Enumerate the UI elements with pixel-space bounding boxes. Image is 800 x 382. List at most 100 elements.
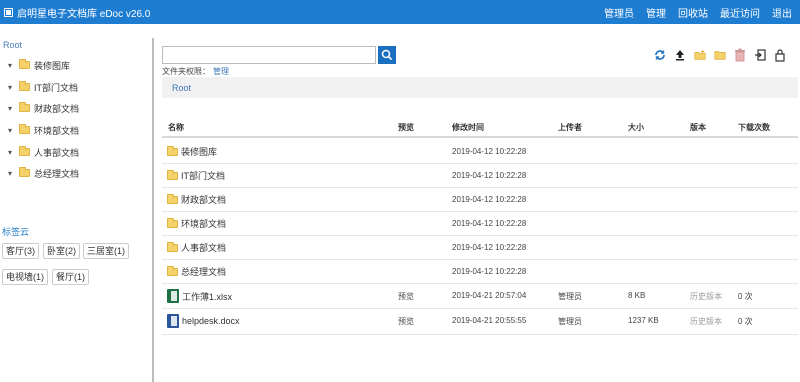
word-file-icon [167, 314, 179, 328]
table-row[interactable]: 环境部文档 2019-04-12 10:22:28 [162, 212, 798, 236]
table-row[interactable]: 总经理文档 2019-04-12 10:22:28 [162, 260, 798, 284]
folder-icon[interactable] [714, 48, 726, 62]
chevron-down-icon[interactable]: ▾ [8, 104, 15, 112]
folder-icon [19, 167, 30, 177]
table-row[interactable]: 工作薄1.xlsx 预览 2019-04-21 20:57:04 管理员 8 K… [162, 284, 798, 309]
search-input[interactable] [162, 46, 376, 64]
folder-icon [167, 265, 178, 276]
modified-cell: 2019-04-21 20:57:04 [452, 291, 527, 300]
header-version: 版本 [690, 123, 706, 132]
delete-icon[interactable] [734, 48, 746, 62]
folder-icon [19, 102, 30, 112]
brand: 启明星电子文档库 eDoc v26.0 [4, 5, 150, 20]
size-cell: 8 KB [628, 291, 646, 300]
name-cell[interactable]: IT部门文档 [167, 169, 225, 182]
table-row[interactable]: 装修图库 2019-04-12 10:22:28 [162, 140, 798, 164]
header-modified[interactable]: 修改时间 [452, 122, 484, 133]
name-cell[interactable]: 工作薄1.xlsx [167, 289, 232, 303]
modified-cell: 2019-04-12 10:22:28 [452, 267, 527, 276]
name-cell[interactable]: 财政部文档 [167, 193, 226, 206]
chevron-down-icon[interactable]: ▾ [8, 126, 15, 134]
chevron-down-icon[interactable]: ▾ [8, 148, 15, 156]
logo-icon [4, 8, 13, 17]
modified-cell: 2019-04-12 10:22:28 [452, 147, 527, 156]
nav-recent[interactable]: 最近访问 [720, 5, 760, 20]
folder-icon [167, 193, 178, 204]
file-name[interactable]: 装修图库 [181, 145, 217, 158]
lock-icon[interactable] [774, 48, 786, 62]
folder-icon [167, 169, 178, 180]
size-cell: 1237 KB [628, 316, 659, 325]
sidebar: Root ▾ 装修图库 ▾ IT部门文档 ▾ 财政部文档 ▾ 环境部文档 ▾ 人… [0, 24, 152, 382]
nav-logout[interactable]: 退出 [772, 5, 792, 20]
tag-button[interactable]: 电视墙(1) [2, 269, 48, 285]
file-name[interactable]: helpdesk.docx [182, 316, 240, 326]
chevron-down-icon[interactable]: ▾ [8, 61, 15, 69]
folder-icon [167, 145, 178, 156]
file-name[interactable]: 总经理文档 [181, 265, 226, 278]
tree-item-label: 总经理文档 [34, 168, 80, 179]
tree-item[interactable]: ▾ IT部门文档 [8, 80, 78, 94]
name-cell[interactable]: 装修图库 [167, 145, 217, 158]
file-name[interactable]: 环境部文档 [181, 217, 226, 230]
breadcrumb-root[interactable]: Root [172, 83, 191, 93]
modified-cell: 2019-04-12 10:22:28 [452, 243, 527, 252]
tree-root[interactable]: Root [3, 40, 22, 50]
tag-cloud-title: 标签云 [2, 227, 30, 237]
folder-icon [167, 241, 178, 252]
breadcrumb: Root [162, 77, 798, 98]
preview-link[interactable]: 预览 [398, 316, 414, 327]
nav-admin[interactable]: 管理员 [604, 5, 634, 20]
file-name[interactable]: 人事部文档 [181, 241, 226, 254]
preview-link[interactable]: 预览 [398, 291, 414, 302]
upload-icon[interactable] [674, 48, 686, 62]
header-size[interactable]: 大小 [628, 122, 644, 133]
search-button[interactable] [378, 46, 396, 64]
new-folder-icon[interactable] [694, 48, 706, 62]
tag-button[interactable]: 餐厅(1) [52, 269, 89, 285]
tree-item[interactable]: ▾ 总经理文档 [8, 166, 79, 180]
name-cell[interactable]: helpdesk.docx [167, 314, 240, 328]
folder-icon [19, 59, 30, 69]
main-panel: 文件夹权限： 管理 Root 名称 预览 修改时间 上传者 大小 版本 下载次数… [160, 24, 800, 382]
chevron-down-icon[interactable]: ▾ [8, 83, 15, 91]
version-history-link[interactable]: 历史版本 [690, 291, 722, 302]
header-downloads[interactable]: 下载次数 [738, 122, 770, 133]
header-name[interactable]: 名称 [168, 122, 184, 133]
tree-item[interactable]: ▾ 人事部文档 [8, 145, 79, 159]
header-uploader[interactable]: 上传者 [558, 122, 582, 133]
tag-button[interactable]: 客厅(3) [2, 243, 39, 259]
tag-button[interactable]: 三居室(1) [83, 243, 129, 259]
table-row[interactable]: 人事部文档 2019-04-12 10:22:28 [162, 236, 798, 260]
tag-button[interactable]: 卧室(2) [43, 243, 80, 259]
table-row[interactable]: helpdesk.docx 预览 2019-04-21 20:55:55 管理员… [162, 309, 798, 335]
permission-value: 管理 [213, 67, 229, 76]
table-row[interactable]: IT部门文档 2019-04-12 10:22:28 [162, 164, 798, 188]
table-row[interactable]: 财政部文档 2019-04-12 10:22:28 [162, 188, 798, 212]
folder-icon [19, 146, 30, 156]
import-icon[interactable] [754, 48, 766, 62]
folder-permission: 文件夹权限： 管理 [162, 66, 229, 77]
name-cell[interactable]: 人事部文档 [167, 241, 226, 254]
header-preview: 预览 [398, 123, 414, 132]
modified-cell: 2019-04-21 20:55:55 [452, 316, 527, 325]
search-icon [381, 49, 393, 61]
chevron-down-icon[interactable]: ▾ [8, 169, 15, 177]
file-name[interactable]: 工作薄1.xlsx [182, 290, 232, 303]
splitter[interactable] [152, 38, 154, 382]
name-cell[interactable]: 总经理文档 [167, 265, 226, 278]
tree-item[interactable]: ▾ 装修图库 [8, 58, 70, 72]
refresh-icon[interactable] [654, 48, 666, 62]
folder-icon [19, 81, 30, 91]
version-history-link[interactable]: 历史版本 [690, 316, 722, 327]
nav-manage[interactable]: 管理 [646, 5, 666, 20]
tree-item[interactable]: ▾ 财政部文档 [8, 101, 79, 115]
tree-item-label: 装修图库 [34, 60, 71, 71]
tree-item[interactable]: ▾ 环境部文档 [8, 123, 79, 137]
downloads-cell: 0 次 [738, 317, 753, 326]
name-cell[interactable]: 环境部文档 [167, 217, 226, 230]
nav-recycle-bin[interactable]: 回收站 [678, 5, 708, 20]
file-name[interactable]: 财政部文档 [181, 193, 226, 206]
tree-item-label: 财政部文档 [34, 103, 80, 114]
file-name[interactable]: IT部门文档 [181, 169, 225, 182]
